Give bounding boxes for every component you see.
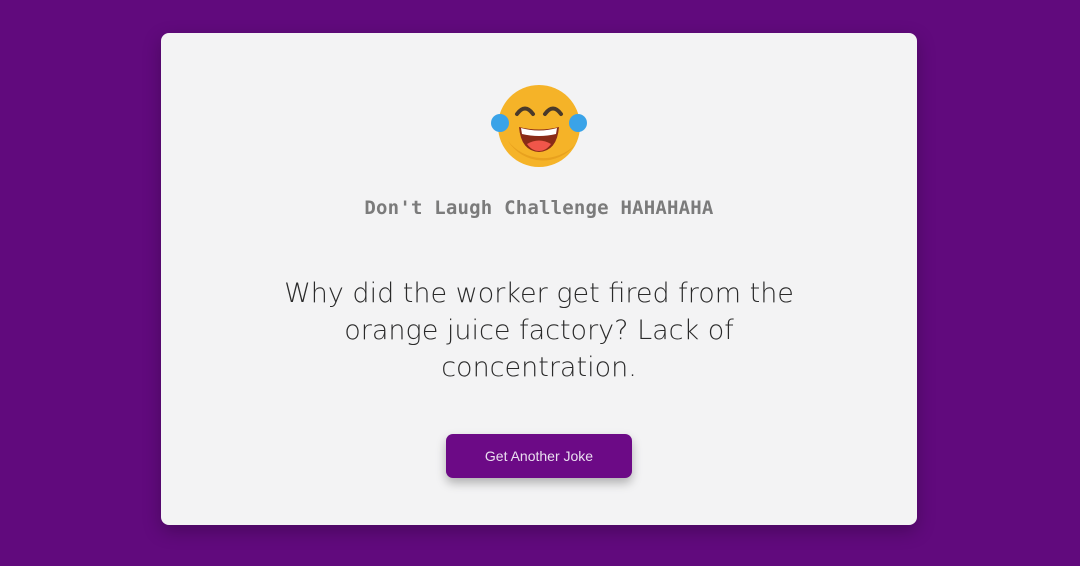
emoji-face xyxy=(498,85,580,167)
joke-text: Why did the worker get fired from the or… xyxy=(284,278,794,383)
left-tear xyxy=(491,114,509,132)
joke-card: Don't Laugh Challenge HAHAHAHA Why did t… xyxy=(161,33,917,525)
right-tear xyxy=(569,114,587,132)
get-another-joke-button[interactable]: Get Another Joke xyxy=(446,434,632,478)
laughing-tears-emoji-icon xyxy=(491,81,587,171)
page-title: Don't Laugh Challenge HAHAHAHA xyxy=(364,197,714,219)
emoji-graphic xyxy=(491,85,587,167)
